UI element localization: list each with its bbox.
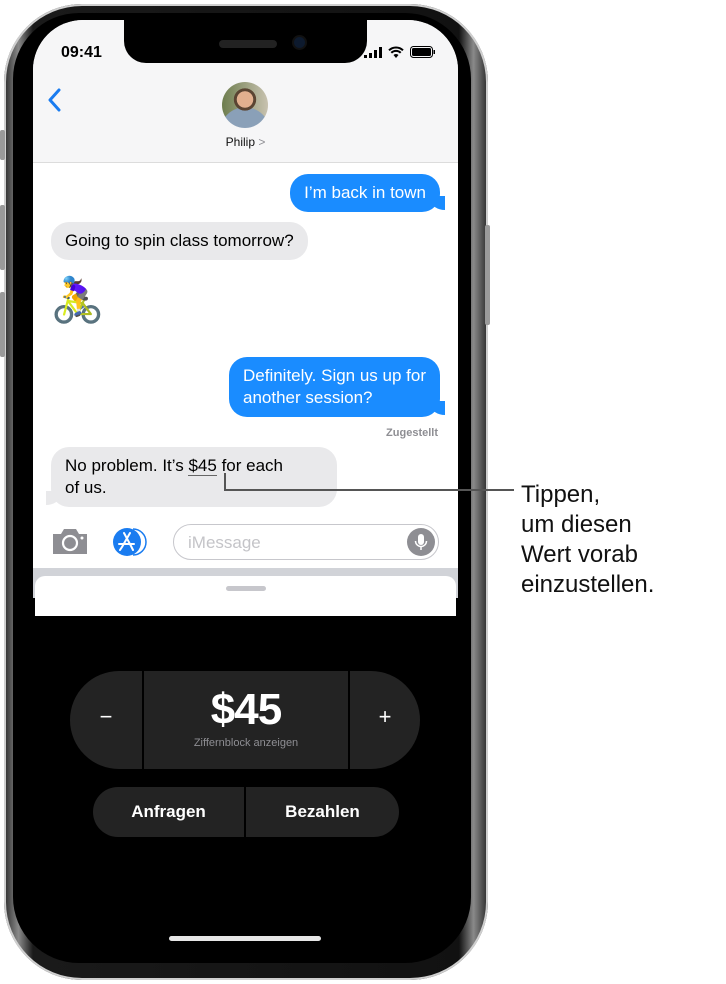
show-keypad-hint: Ziffernblock anzeigen: [193, 737, 299, 749]
contact-name: Philip: [225, 135, 255, 149]
wifi-icon: [388, 46, 404, 58]
message-text: Going to spin class tomorrow?: [65, 231, 294, 250]
chevron-left-icon: [48, 88, 61, 112]
back-button[interactable]: [47, 88, 61, 117]
phone-screen: 09:41 Philip > I’m back in town Going to…: [33, 20, 458, 956]
imessage-input[interactable]: iMessage: [173, 524, 439, 560]
callout-line-4: einzustellen.: [521, 571, 655, 598]
woman-biking-emoji[interactable]: 🚴‍♀️: [50, 275, 105, 327]
battery-icon: [410, 46, 435, 58]
message-bubble-incoming[interactable]: No problem. It’s $45 for each of us.: [51, 447, 337, 507]
plus-icon: +: [378, 704, 392, 729]
message-bubble-outgoing[interactable]: I’m back in town: [290, 174, 440, 212]
front-camera: [294, 37, 305, 48]
camera-button[interactable]: [51, 527, 89, 560]
chevron-right-icon: >: [258, 135, 266, 149]
mute-switch: [0, 130, 5, 160]
microphone-icon: [414, 534, 428, 550]
status-icons: [364, 46, 436, 58]
callout-annotation: Tippen, um diesen Wert vorab einzustelle…: [521, 480, 654, 600]
volume-up-button: [0, 205, 5, 270]
apple-pay-card-top: [35, 576, 456, 616]
delivery-status: Zugestellt: [386, 427, 438, 439]
volume-down-button: [0, 292, 5, 357]
payment-actions: Anfragen Bezahlen: [93, 787, 399, 837]
app-store-icon: [113, 528, 147, 556]
message-bubble-incoming[interactable]: Going to spin class tomorrow?: [51, 222, 308, 260]
app-drawer-tray: [33, 568, 458, 616]
minus-icon: −: [99, 704, 113, 729]
camera-icon: [53, 529, 87, 554]
status-time: 09:41: [61, 44, 102, 61]
speaker: [219, 40, 277, 48]
side-button: [485, 225, 490, 325]
cellular-signal-icon: [364, 47, 382, 58]
amount-value: $45: [210, 685, 282, 734]
callout-line-1: Tippen,: [521, 481, 601, 508]
message-bubble-outgoing[interactable]: Definitely. Sign us up for another sessio…: [229, 357, 440, 417]
messages-app: 09:41 Philip > I’m back in town Going to…: [33, 20, 458, 616]
app-store-button[interactable]: [111, 526, 153, 563]
callout-line-horizontal: [224, 489, 514, 491]
message-text-line: Definitely. Sign us up for: [243, 366, 426, 385]
drag-handle[interactable]: [226, 586, 266, 591]
dictation-button[interactable]: [407, 528, 435, 556]
notch: [124, 20, 367, 63]
contact-name-button[interactable]: Philip >: [33, 135, 458, 149]
callout-line-vertical: [224, 473, 226, 490]
message-text: for each: [216, 456, 283, 475]
message-composer: iMessage: [33, 516, 458, 568]
callout-line-2: um diesen: [521, 511, 632, 538]
pay-button[interactable]: Bezahlen: [246, 787, 399, 837]
home-indicator[interactable]: [169, 936, 321, 941]
message-text: I’m back in town: [304, 183, 426, 202]
message-text-line: another session?: [243, 388, 373, 407]
amount-display-button[interactable]: $45 Ziffernblock anzeigen: [144, 671, 348, 769]
decrease-amount-button[interactable]: −: [70, 671, 142, 769]
request-button[interactable]: Anfragen: [93, 787, 244, 837]
message-text: No problem. It’s: [65, 456, 189, 475]
detected-amount-link[interactable]: $45: [188, 456, 217, 476]
callout-line-3: Wert vorab: [521, 541, 638, 568]
contact-avatar[interactable]: [222, 82, 268, 128]
imessage-placeholder: iMessage: [188, 533, 261, 552]
amount-stepper: − $45 Ziffernblock anzeigen +: [70, 671, 420, 769]
increase-amount-button[interactable]: +: [350, 671, 420, 769]
message-text-line: of us.: [65, 478, 107, 497]
